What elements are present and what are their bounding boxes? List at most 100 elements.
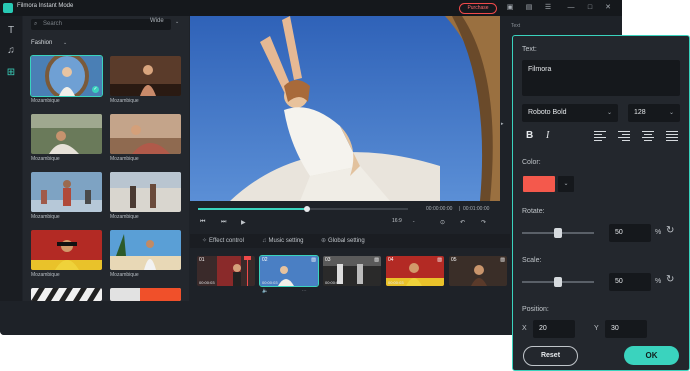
maximize-icon[interactable]: □ [585, 3, 595, 13]
tab-music-setting[interactable]: ♫ Music setting [262, 234, 304, 248]
rotate-value: 50 [615, 229, 623, 236]
globe-icon: ⊕ [321, 238, 327, 244]
next-frame-icon[interactable]: ⏭ [221, 219, 226, 226]
font-size-dropdown[interactable]: 128 ⌄ [628, 104, 680, 122]
minimize-icon[interactable]: — [566, 3, 576, 13]
chevron-down-icon[interactable]: ⌄ [412, 218, 415, 223]
save-as-icon[interactable]: ▤ [524, 3, 534, 13]
thumbnail-label: Mozambique [110, 98, 139, 104]
settings-tabs: ✧ Effect control ♫ Music setting ⊕ Global s… [190, 234, 510, 248]
thumbnail-label: Mozambique [31, 214, 60, 220]
template-thumbnail[interactable] [31, 230, 102, 270]
italic-button[interactable]: I [546, 130, 549, 141]
time-separator: | [459, 206, 461, 212]
playback-progress-bar[interactable] [198, 206, 408, 212]
clip-duration: 00:00:03 [388, 280, 404, 285]
x-label: X [522, 325, 527, 332]
snapshot-icon[interactable]: ⊙ [440, 219, 445, 226]
text-icon[interactable]: T [4, 24, 18, 38]
menu-icon[interactable]: ☰ [543, 3, 553, 13]
purchase-button[interactable]: Purchase [459, 3, 497, 14]
timeline-clip[interactable]: 05 ▨ [449, 256, 507, 286]
music-icon: ♫ [262, 238, 267, 244]
template-thumbnail[interactable] [31, 288, 102, 301]
clip-duration: 00:00:03 [199, 280, 215, 285]
color-label: Color: [522, 159, 541, 166]
rotate-reset-icon[interactable]: ↻ [666, 225, 674, 236]
chevron-down-icon[interactable]: ⌄ [558, 176, 574, 192]
play-icon[interactable]: ▶ [241, 219, 246, 226]
tab-global-setting[interactable]: ⊕ Global setting [321, 234, 365, 248]
rotate-slider[interactable] [522, 228, 594, 238]
ok-button[interactable]: OK [624, 346, 679, 365]
scale-unit: % [655, 278, 662, 285]
clip-number: 02 [262, 257, 268, 263]
scale-input[interactable]: 50 [609, 273, 651, 291]
tab-effect-control[interactable]: ✧ Effect control [202, 234, 244, 248]
template-thumbnail[interactable] [31, 172, 102, 212]
align-right-icon[interactable] [618, 131, 630, 143]
thumbnail-label: Mozambique [31, 156, 60, 162]
scale-reset-icon[interactable]: ↻ [666, 274, 674, 285]
category-dropdown[interactable]: Fashion [31, 40, 52, 46]
template-thumbnail[interactable] [110, 172, 181, 212]
align-center-icon[interactable] [642, 131, 654, 143]
selected-check-icon: ✓ [92, 86, 99, 93]
search-placeholder: Search [43, 21, 63, 27]
align-justify-icon[interactable] [666, 131, 678, 143]
timeline-clip[interactable]: 02 00:00:03 ▨ [259, 255, 319, 287]
scale-slider[interactable] [522, 277, 594, 287]
previous-frame-icon[interactable]: ⏮ [200, 219, 205, 226]
more-icon[interactable]: ··· [302, 288, 307, 294]
y-value: 30 [611, 325, 619, 332]
align-left-icon[interactable] [594, 131, 606, 143]
current-time: 00:00:00:00 [426, 206, 453, 212]
close-icon[interactable]: ✕ [603, 3, 613, 13]
filmora-logo-icon [3, 3, 13, 13]
chevron-down-icon[interactable]: ⌄ [63, 40, 67, 46]
rotate-input[interactable]: 50 [609, 224, 651, 242]
chevron-down-icon[interactable]: ⌄ [175, 19, 179, 25]
font-size-value: 128 [634, 109, 646, 116]
text-input[interactable]: Filmora [522, 60, 680, 96]
template-thumbnail[interactable] [110, 230, 181, 270]
thumbnail-label: Mozambique [110, 272, 139, 278]
video-preview[interactable] [190, 16, 500, 201]
ratio-filter-dropdown[interactable]: Wide [150, 16, 164, 27]
template-thumbnail[interactable] [31, 114, 102, 154]
volume-icon[interactable]: 🔈 [262, 288, 268, 294]
color-swatch[interactable] [523, 176, 555, 192]
timeline-clip[interactable]: 01 00:00:03 [197, 256, 255, 286]
scale-slider-handle[interactable] [554, 277, 562, 287]
redo-icon[interactable]: ↷ [481, 219, 486, 226]
media-icon[interactable]: ⊞ [4, 66, 18, 80]
timeline-clip[interactable]: 03 00:00:03 ▨ [323, 256, 381, 286]
image-icon: ▨ [374, 257, 379, 263]
save-icon[interactable]: ▣ [505, 3, 515, 13]
clip-number: 05 [451, 257, 457, 263]
title-bar: Filmora Instant Mode Purchase ▣ ▤ ☰ — □ … [0, 0, 622, 16]
bold-button[interactable]: B [526, 130, 533, 141]
y-input[interactable]: 30 [605, 320, 647, 338]
rotate-label: Rotate: [522, 208, 545, 215]
timeline-clip[interactable]: 04 00:00:03 ▨ [386, 256, 444, 286]
template-thumbnail[interactable] [110, 114, 181, 154]
undo-icon[interactable]: ↶ [460, 219, 465, 226]
clip-duration: 00:00:03 [262, 280, 278, 285]
playback-controls: 00:00:00:00 | 00:01:00:00 ⏮ ⏭ ▶ 16:9 ⌄ ⊙… [190, 201, 500, 234]
collapse-panel-icon[interactable]: ▸ [501, 121, 504, 127]
reset-button[interactable]: Reset [523, 346, 578, 366]
playhead[interactable] [247, 256, 248, 286]
thumbnail-label: Mozambique [110, 214, 139, 220]
template-thumbnail[interactable]: ✓ [30, 55, 103, 97]
aspect-ratio-dropdown[interactable]: 16:9 [392, 218, 402, 224]
total-time: 00:01:00:00 [463, 206, 490, 212]
music-icon[interactable]: ♫ [4, 44, 18, 58]
x-input[interactable]: 20 [533, 320, 575, 338]
font-family-dropdown[interactable]: Roboto Bold ⌄ [522, 104, 618, 122]
progress-handle[interactable] [304, 206, 311, 212]
template-thumbnail[interactable] [110, 288, 181, 301]
rotate-slider-handle[interactable] [554, 228, 562, 238]
template-thumbnail[interactable] [110, 56, 181, 96]
image-icon: ▨ [311, 257, 316, 263]
